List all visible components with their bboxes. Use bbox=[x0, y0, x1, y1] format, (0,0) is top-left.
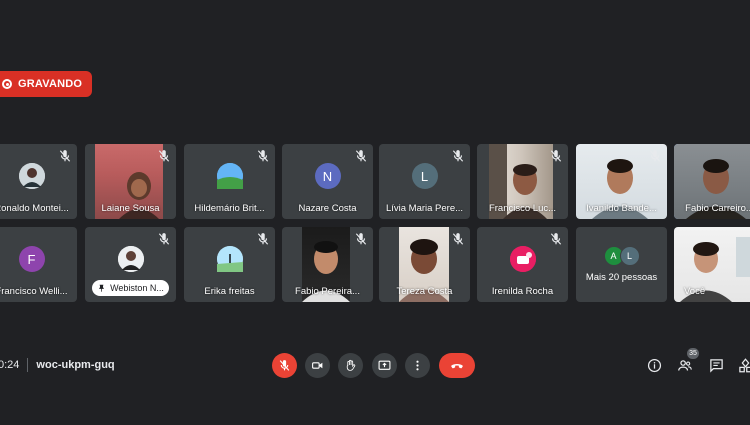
chat-icon bbox=[709, 358, 723, 373]
profile-picture-icon bbox=[509, 246, 536, 272]
avatar: L bbox=[411, 163, 438, 189]
participant-tile[interactable]: F Francisco Welli... bbox=[0, 227, 77, 302]
activities-button[interactable] bbox=[736, 356, 750, 374]
present-screen-button[interactable] bbox=[372, 353, 397, 378]
more-people-label: Mais 20 pessoas bbox=[585, 272, 658, 283]
participant-tile[interactable]: Ronaldo Montei... bbox=[0, 144, 77, 219]
participant-name: Erika freitas bbox=[204, 286, 255, 297]
meeting-code: woc-ukpm-guq bbox=[36, 359, 115, 371]
people-icon bbox=[678, 359, 692, 371]
mic-off-icon bbox=[157, 232, 171, 246]
mic-off-icon bbox=[451, 232, 465, 246]
avatar: L bbox=[619, 246, 640, 266]
avatar: F bbox=[18, 246, 45, 272]
avatar bbox=[509, 246, 536, 272]
mic-off-icon bbox=[451, 149, 465, 163]
participant-name: Você bbox=[684, 286, 706, 297]
activities-icon bbox=[738, 357, 750, 372]
participant-tile[interactable]: Erika freitas bbox=[184, 227, 275, 302]
participant-name: Francisco Welli... bbox=[0, 286, 68, 297]
participant-tile[interactable]: Ivanildo Bande... bbox=[576, 144, 667, 219]
toggle-mic-button[interactable] bbox=[272, 353, 297, 378]
avatar bbox=[216, 246, 243, 272]
participant-tile[interactable]: Francisco Luc... bbox=[477, 144, 568, 219]
participant-name: Ronaldo Montei... bbox=[0, 203, 69, 214]
mic-off-icon bbox=[648, 149, 662, 163]
participant-name: Tereza Costa bbox=[396, 286, 453, 297]
mic-off-icon bbox=[279, 360, 290, 371]
participant-name: Fabio Pereira... bbox=[295, 286, 360, 297]
pin-icon bbox=[99, 284, 104, 292]
more-people-avatars: A L bbox=[576, 246, 667, 266]
chat-button[interactable] bbox=[707, 356, 725, 374]
recording-label: GRAVANDO bbox=[18, 78, 83, 90]
more-options-icon bbox=[416, 360, 419, 371]
avatar bbox=[117, 246, 144, 272]
landscape-photo-icon bbox=[216, 246, 243, 272]
info-icon bbox=[647, 358, 661, 372]
meeting-info: 0:24 woc-ukpm-guq bbox=[0, 358, 115, 372]
end-call-button[interactable] bbox=[439, 353, 475, 378]
pinned-name-pill[interactable]: Webiston N... bbox=[92, 280, 169, 296]
avatar bbox=[18, 163, 45, 189]
landscape-photo-icon bbox=[216, 163, 243, 189]
mic-off-icon bbox=[354, 232, 368, 246]
more-options-button[interactable] bbox=[405, 353, 430, 378]
person-photo-icon bbox=[117, 246, 144, 272]
avatar bbox=[216, 163, 243, 189]
participant-tile[interactable]: N Nazare Costa bbox=[282, 144, 373, 219]
participant-tile[interactable]: Hildemário Brit... bbox=[184, 144, 275, 219]
camera-icon bbox=[312, 362, 323, 369]
participant-name: Laiane Sousa bbox=[101, 203, 160, 214]
person-photo-icon bbox=[18, 163, 45, 189]
mic-off-icon bbox=[256, 149, 270, 163]
participant-name: Lívia Maria Pere... bbox=[385, 203, 464, 214]
mic-off-icon bbox=[157, 149, 171, 163]
participant-tile[interactable]: Irenilda Rocha bbox=[477, 227, 568, 302]
participant-tile[interactable]: Laiane Sousa bbox=[85, 144, 176, 219]
avatar: N bbox=[314, 163, 341, 189]
participant-tile[interactable]: Webiston N... bbox=[85, 227, 176, 302]
mic-off-icon bbox=[549, 149, 563, 163]
meeting-details-button[interactable] bbox=[645, 356, 663, 374]
end-call-icon bbox=[451, 363, 463, 368]
raise-hand-icon bbox=[346, 359, 356, 371]
recording-badge[interactable]: GRAVANDO bbox=[0, 71, 93, 97]
mic-off-icon bbox=[256, 232, 270, 246]
participant-name: Francisco Luc... bbox=[488, 203, 557, 214]
more-people-tile[interactable]: A L Mais 20 pessoas bbox=[576, 227, 667, 302]
participant-tile[interactable]: Tereza Costa bbox=[379, 227, 470, 302]
participant-tile[interactable]: Fabio Pereira... bbox=[282, 227, 373, 302]
toggle-camera-button[interactable] bbox=[305, 353, 330, 378]
participant-name: Webiston N... bbox=[110, 283, 164, 293]
participant-name: Ivanildo Bande... bbox=[586, 203, 657, 214]
raise-hand-button[interactable] bbox=[338, 353, 363, 378]
record-icon bbox=[2, 79, 12, 89]
participant-name: Nazare Costa bbox=[298, 203, 357, 214]
mic-off-icon bbox=[549, 232, 563, 246]
participant-tile[interactable]: L Lívia Maria Pere... bbox=[379, 144, 470, 219]
mic-off-icon bbox=[354, 149, 368, 163]
divider bbox=[27, 358, 29, 372]
participant-name: Irenilda Rocha bbox=[491, 286, 554, 297]
participant-name: Fabio Carreiro... bbox=[685, 203, 750, 214]
participant-tile-speaking[interactable]: Fabio Carreiro... bbox=[674, 144, 750, 219]
mic-off-icon bbox=[58, 149, 72, 163]
participant-name: Hildemário Brit... bbox=[194, 203, 265, 214]
present-icon bbox=[378, 360, 391, 370]
people-button[interactable] bbox=[676, 356, 694, 374]
self-tile[interactable]: Você bbox=[674, 227, 750, 302]
meeting-time: 0:24 bbox=[0, 359, 20, 371]
